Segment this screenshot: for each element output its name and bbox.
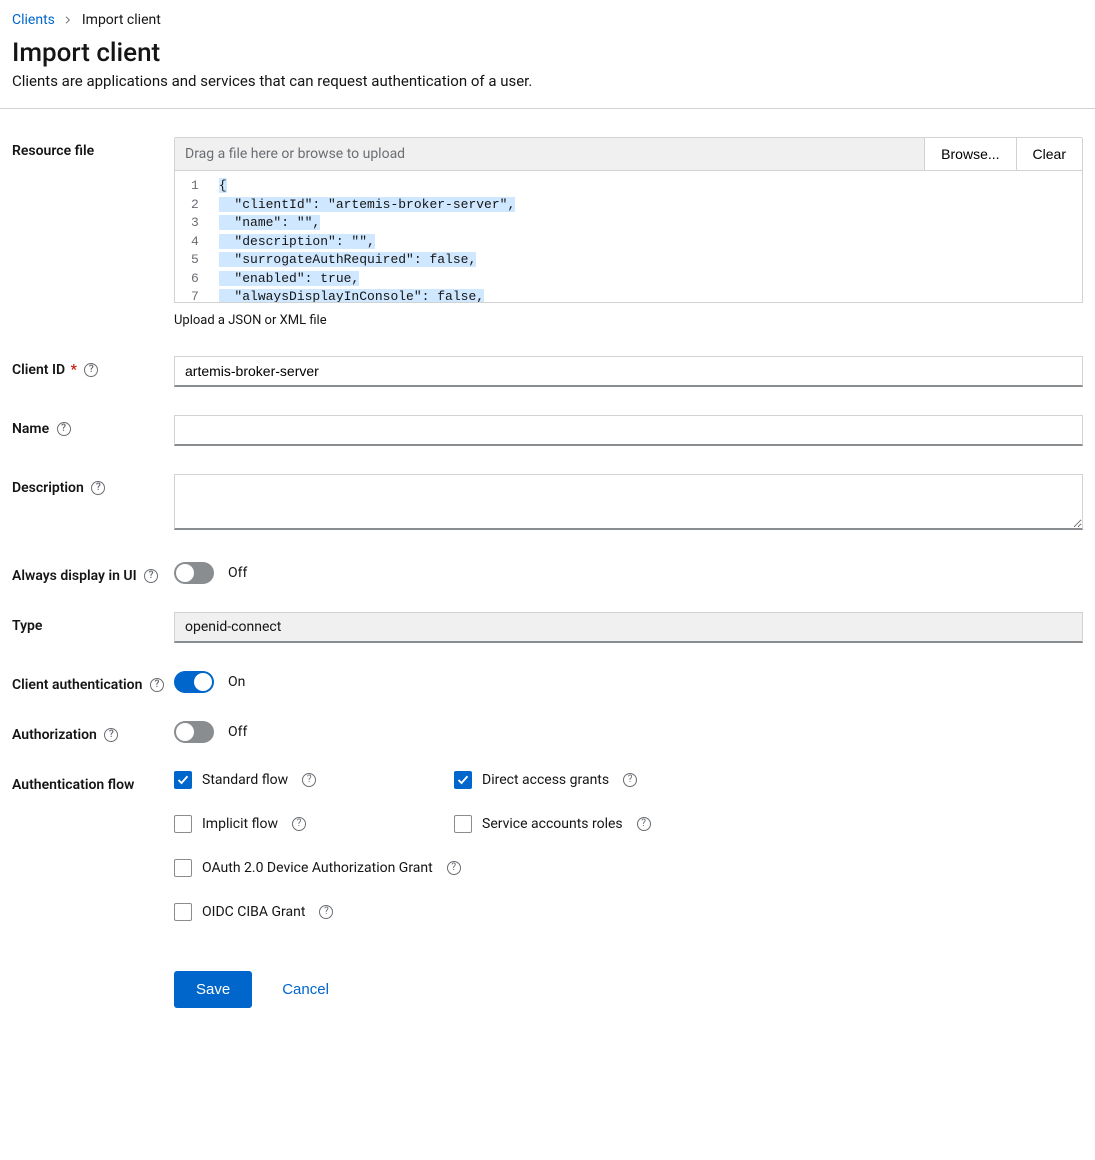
direct-access-label: Direct access grants (482, 772, 609, 788)
clear-button[interactable]: Clear (1017, 138, 1082, 170)
help-icon[interactable]: ? (292, 817, 306, 831)
ciba-grant-checkbox[interactable] (174, 903, 192, 921)
help-icon[interactable]: ? (319, 905, 333, 919)
page-subtitle: Clients are applications and services th… (12, 72, 1083, 90)
code-gutter: 1234567 (175, 171, 209, 303)
type-value: openid-connect (174, 612, 1083, 643)
name-label: Name (12, 421, 49, 437)
breadcrumb-parent-link[interactable]: Clients (12, 12, 55, 28)
ciba-grant-label: OIDC CIBA Grant (202, 904, 305, 920)
type-label: Type (12, 618, 42, 634)
auth-flow-label: Authentication flow (12, 777, 134, 793)
required-indicator: * (71, 362, 77, 378)
code-preview[interactable]: 1234567 { "clientId": "artemis-broker-se… (174, 171, 1083, 303)
help-icon[interactable]: ? (57, 422, 71, 436)
breadcrumb-current: Import client (82, 12, 161, 28)
service-accounts-checkbox[interactable] (454, 815, 472, 833)
name-input[interactable] (174, 415, 1083, 446)
direct-access-checkbox[interactable] (454, 771, 472, 789)
standard-flow-label: Standard flow (202, 772, 288, 788)
client-id-label: Client ID (12, 362, 65, 378)
divider (0, 108, 1095, 109)
authorization-state: Off (228, 724, 247, 740)
client-auth-state: On (228, 674, 245, 690)
description-input[interactable] (174, 474, 1083, 530)
authorization-switch[interactable] (174, 721, 214, 743)
client-auth-label: Client authentication (12, 677, 142, 693)
help-icon[interactable]: ? (302, 773, 316, 787)
save-button[interactable]: Save (174, 971, 252, 1008)
standard-flow-checkbox[interactable] (174, 771, 192, 789)
help-icon[interactable]: ? (144, 569, 158, 583)
client-id-input[interactable] (174, 356, 1083, 387)
help-icon[interactable]: ? (150, 678, 164, 692)
implicit-flow-checkbox[interactable] (174, 815, 192, 833)
breadcrumb: Clients Import client (12, 12, 1083, 28)
always-display-switch[interactable] (174, 562, 214, 584)
chevron-right-icon (64, 12, 72, 28)
cancel-button[interactable]: Cancel (276, 980, 335, 999)
help-icon[interactable]: ? (637, 817, 651, 831)
oauth-device-checkbox[interactable] (174, 859, 192, 877)
file-upload-bar: Drag a file here or browse to upload Bro… (174, 137, 1083, 171)
help-icon[interactable]: ? (104, 728, 118, 742)
description-label: Description (12, 480, 84, 496)
implicit-flow-label: Implicit flow (202, 816, 278, 832)
resource-file-label: Resource file (12, 143, 94, 159)
code-lines: { "clientId": "artemis-broker-server", "… (209, 171, 521, 303)
help-icon[interactable]: ? (623, 773, 637, 787)
file-hint: Upload a JSON or XML file (174, 313, 1083, 328)
always-display-label: Always display in UI (12, 568, 137, 584)
oauth-device-label: OAuth 2.0 Device Authorization Grant (202, 860, 433, 876)
always-display-state: Off (228, 565, 247, 581)
file-drop-zone[interactable]: Drag a file here or browse to upload (175, 138, 925, 170)
help-icon[interactable]: ? (447, 861, 461, 875)
browse-button[interactable]: Browse... (925, 138, 1016, 170)
help-icon[interactable]: ? (84, 363, 98, 377)
service-accounts-label: Service accounts roles (482, 816, 623, 832)
help-icon[interactable]: ? (91, 481, 105, 495)
page-title: Import client (12, 38, 1083, 68)
authorization-label: Authorization (12, 727, 97, 743)
client-auth-switch[interactable] (174, 671, 214, 693)
